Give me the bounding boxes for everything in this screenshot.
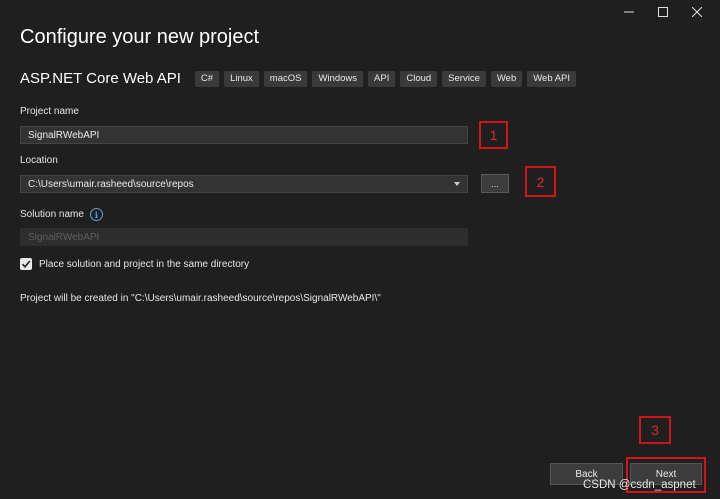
browse-button-label: ... [491,178,499,189]
location-dropdown[interactable]: C:\Users\umair.rasheed\source\repos [20,175,468,193]
tag-linux: Linux [224,70,259,87]
solution-name-label-text: Solution name [20,209,84,220]
tag-web: Web [490,70,523,87]
annotation-1: 1 [479,121,508,149]
project-name-label-text: Project name [20,106,79,117]
close-button[interactable] [682,4,712,20]
tag-api: API [368,70,396,87]
tag-cloud: Cloud [400,70,438,87]
location-label-text: Location [20,155,58,166]
tag-windows: Windows [312,70,364,87]
project-name-label: Project name [20,106,79,117]
maximize-icon [658,7,668,17]
minimize-button[interactable] [614,4,644,20]
back-button-label: Back [575,468,598,480]
tag-macos: macOS [263,70,308,87]
same-directory-option[interactable]: Place solution and project in the same d… [20,258,249,270]
info-icon[interactable]: i [89,208,103,221]
solution-name-input: SignalRWebAPI [20,228,468,246]
project-name-input[interactable]: SignalRWebAPI [20,126,468,144]
close-icon [692,7,702,17]
minimize-icon [624,11,634,13]
maximize-button[interactable] [648,4,678,20]
project-path-note: Project will be created in "C:\Users\uma… [20,293,381,304]
browse-button[interactable]: ... [481,174,509,193]
annotation-3-number: 3 [651,422,659,438]
info-icon-glyph: i [94,209,98,220]
location-value: C:\Users\umair.rasheed\source\repos [28,178,194,190]
annotation-2: 2 [525,166,556,197]
chevron-down-icon [454,182,460,186]
template-name: ASP.NET Core Web API [20,70,181,87]
tag-csharp: C# [194,70,220,87]
same-directory-checkbox[interactable] [20,258,32,270]
window-controls [614,4,712,20]
template-tags: C# Linux macOS Windows API Cloud Service… [194,70,577,87]
tag-service: Service [442,70,486,87]
solution-name-label: Solution name i [20,208,103,221]
page-title: Configure your new project [20,26,260,48]
template-header: ASP.NET Core Web API C# Linux macOS Wind… [20,70,577,87]
project-name-value: SignalRWebAPI [28,129,100,141]
annotation-1-number: 1 [489,127,498,143]
watermark: CSDN @csdn_aspnet [583,479,696,491]
tag-web-api: Web API [527,70,577,87]
checkmark-icon [21,260,31,269]
annotation-3: 3 [639,416,671,444]
annotation-2-number: 2 [536,173,545,190]
same-directory-label: Place solution and project in the same d… [39,258,250,270]
solution-name-value: SignalRWebAPI [28,231,100,243]
location-label: Location [20,155,58,166]
